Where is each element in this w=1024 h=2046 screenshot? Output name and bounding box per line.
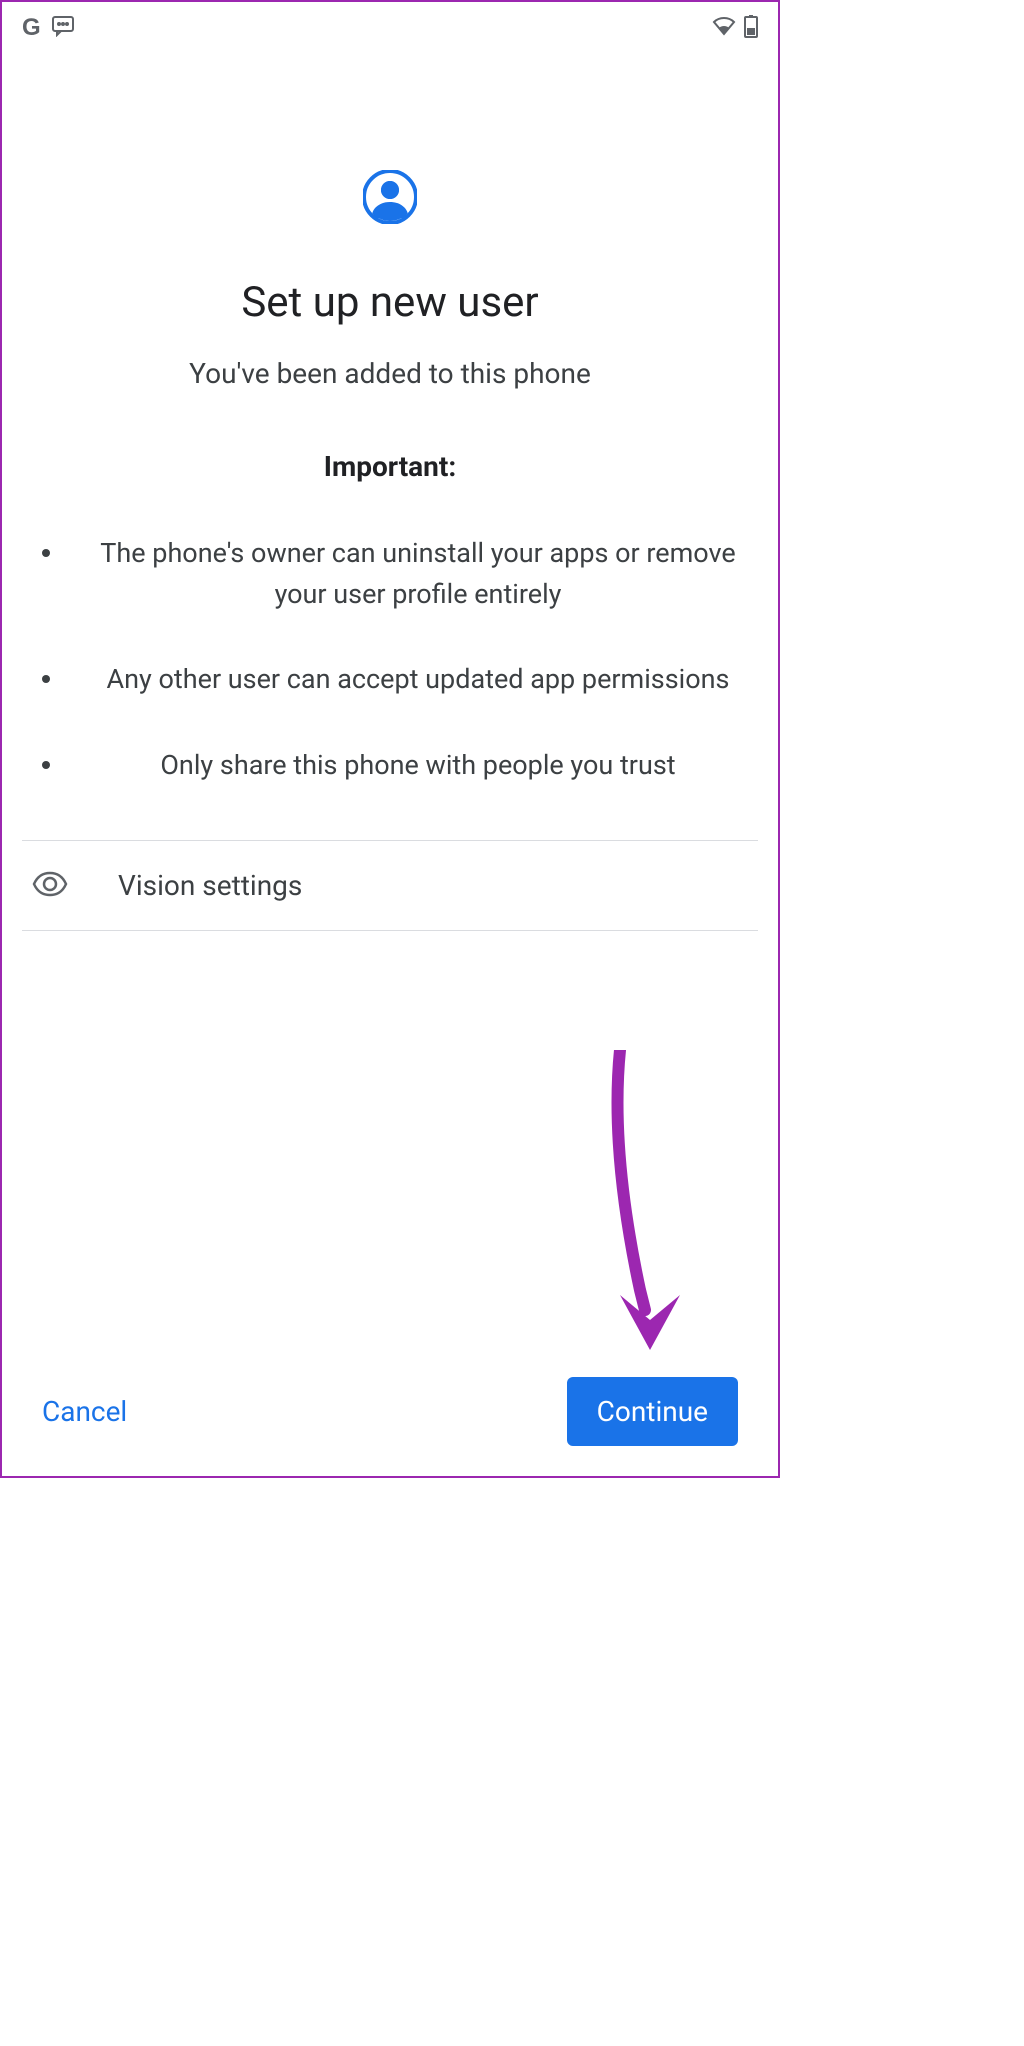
content-area: Set up new user You've been added to thi…	[2, 50, 778, 830]
eye-icon	[32, 871, 68, 901]
vision-settings-row[interactable]: Vision settings	[22, 840, 758, 931]
message-icon	[51, 15, 75, 41]
list-item: The phone's owner can uninstall your app…	[42, 533, 738, 614]
status-bar-left: G	[22, 14, 75, 42]
profile-icon	[363, 170, 417, 228]
battery-icon	[744, 14, 758, 42]
bullet-text: The phone's owner can uninstall your app…	[98, 533, 738, 614]
important-bullet-list: The phone's owner can uninstall your app…	[22, 533, 758, 830]
bullet-text: Only share this phone with people you tr…	[98, 745, 738, 786]
bullet-dot-icon	[42, 549, 50, 557]
status-bar: G	[2, 2, 778, 50]
setup-screen: G	[0, 0, 780, 1478]
vision-settings-label: Vision settings	[118, 869, 302, 902]
annotation-arrow	[590, 1050, 710, 1384]
page-title: Set up new user	[241, 278, 538, 327]
page-subtitle: You've been added to this phone	[189, 357, 591, 390]
status-bar-right	[712, 14, 758, 42]
list-item: Only share this phone with people you tr…	[42, 745, 738, 786]
google-icon: G	[22, 14, 41, 42]
bullet-dot-icon	[42, 761, 50, 769]
continue-button[interactable]: Continue	[567, 1377, 738, 1446]
important-heading: Important:	[324, 450, 456, 483]
wifi-icon	[712, 16, 736, 40]
footer: Cancel Continue	[2, 1377, 778, 1446]
bullet-dot-icon	[42, 675, 50, 683]
bullet-text: Any other user can accept updated app pe…	[98, 659, 738, 700]
list-item: Any other user can accept updated app pe…	[42, 659, 738, 700]
cancel-button[interactable]: Cancel	[42, 1395, 127, 1428]
